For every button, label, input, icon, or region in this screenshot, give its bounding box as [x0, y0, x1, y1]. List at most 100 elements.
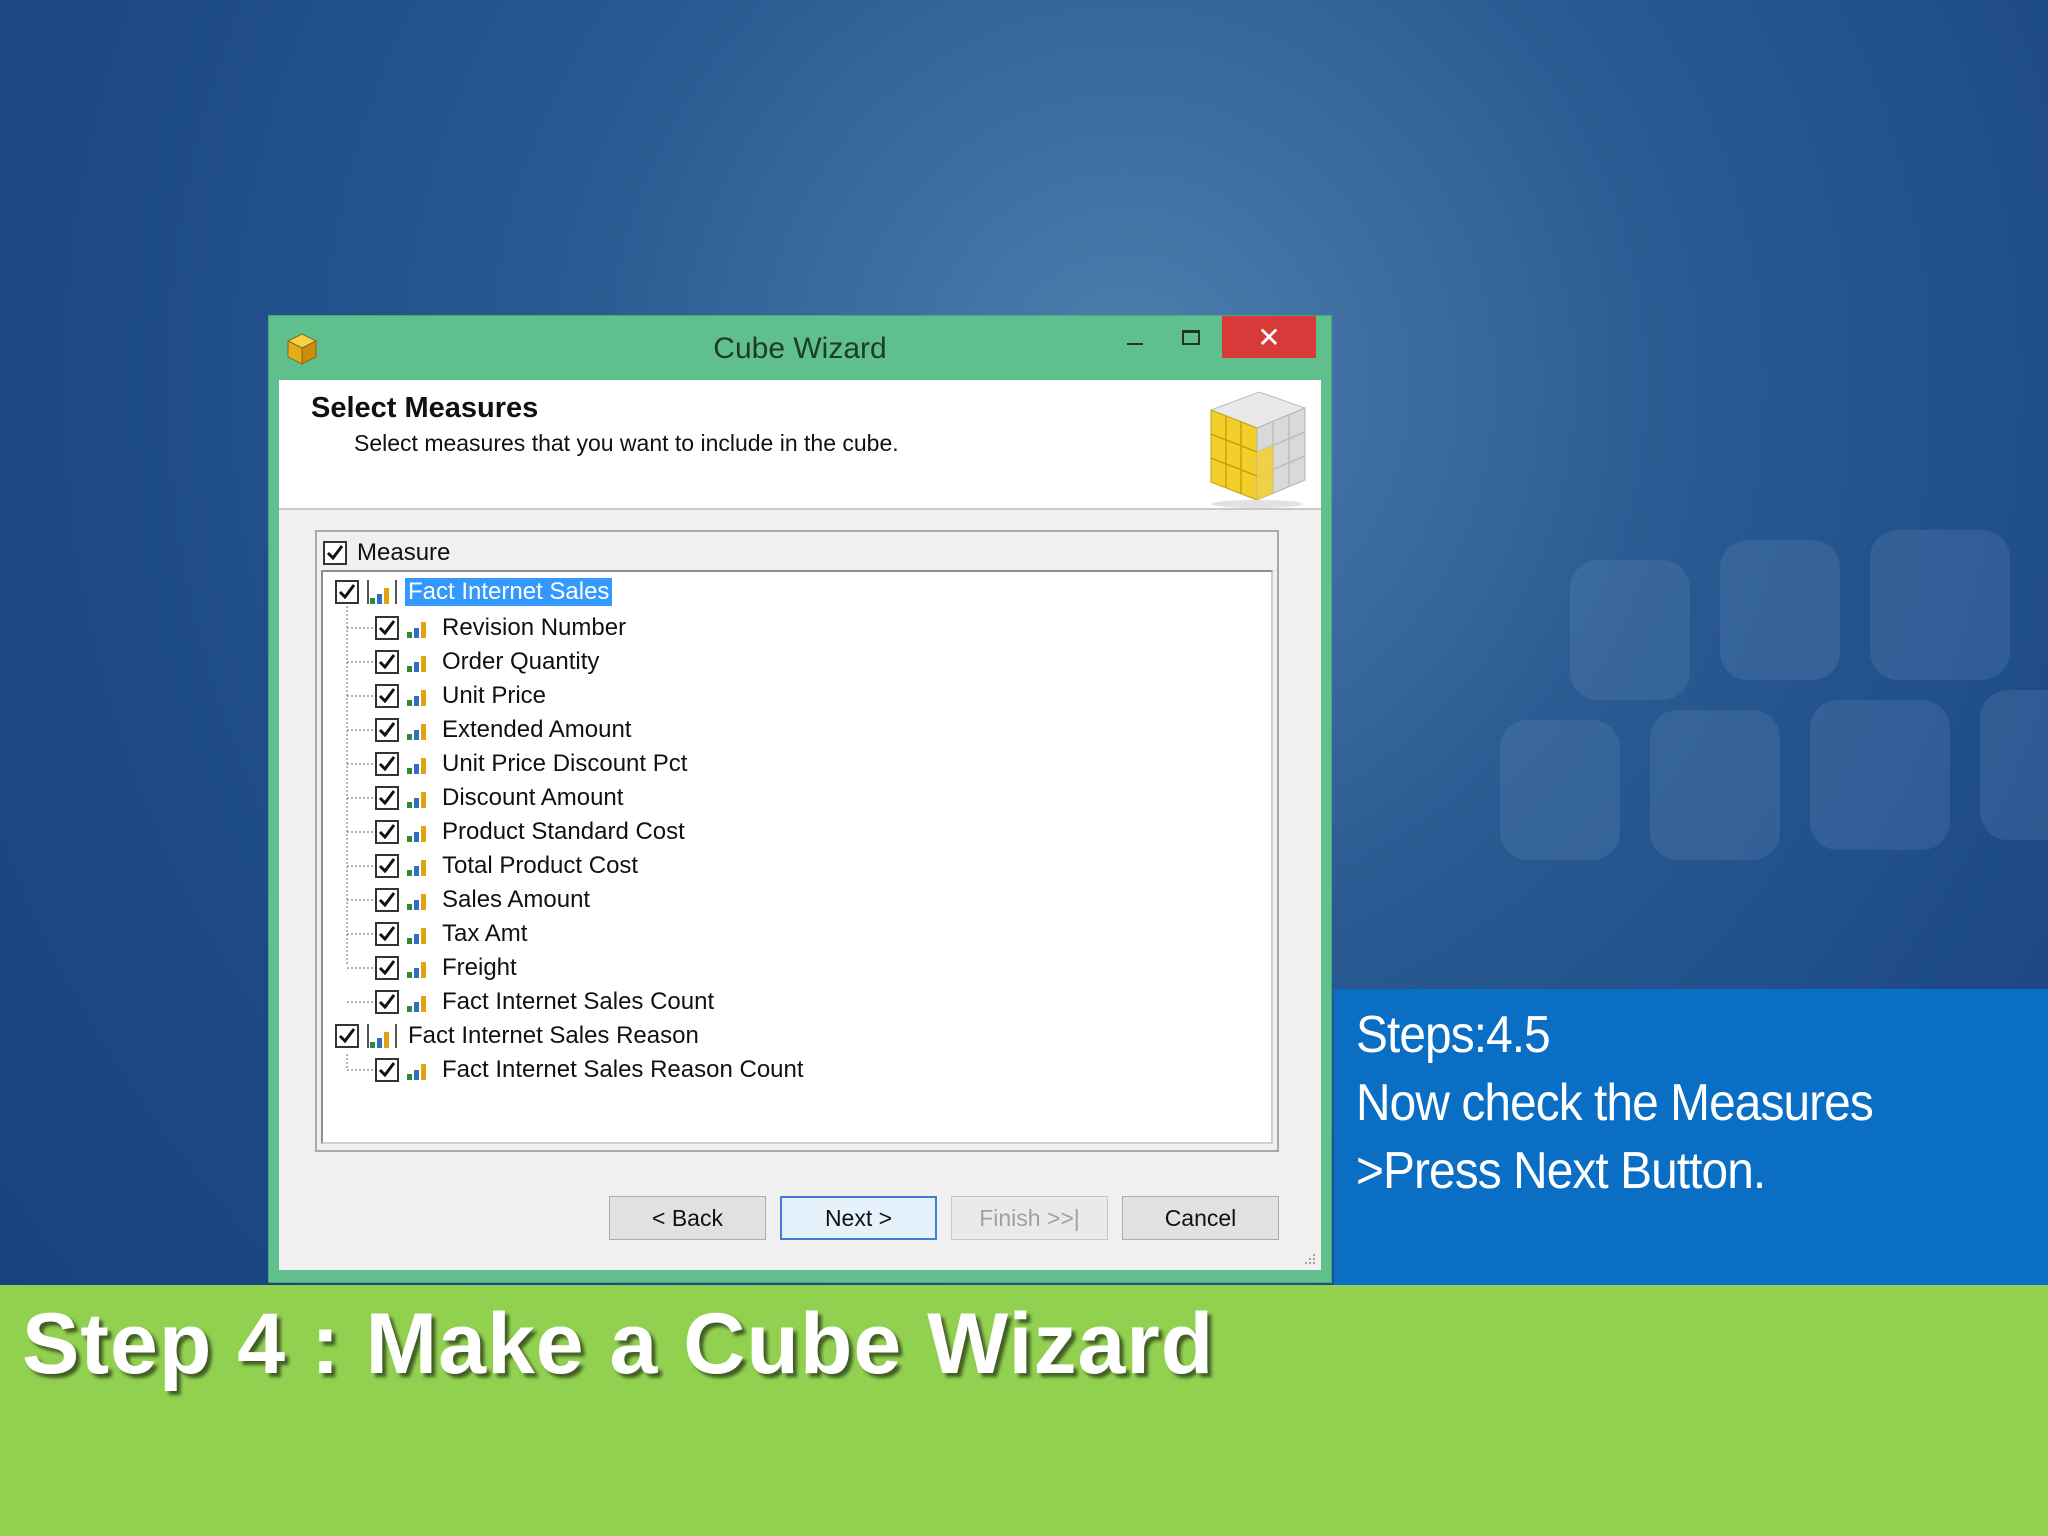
tree-item[interactable]: Order Quantity [375, 645, 602, 679]
item-label: Discount Amount [442, 784, 624, 811]
item-checkbox[interactable] [375, 616, 399, 640]
measure-icon [407, 856, 431, 876]
item-checkbox[interactable] [375, 718, 399, 742]
page-subtitle: Select measures that you want to include… [354, 430, 899, 456]
cube-wizard-window: Cube Wizard ✕ Select Measures Select mea… [268, 315, 1332, 1283]
title-bar[interactable]: Cube Wizard ✕ [269, 316, 1331, 380]
tree-item[interactable]: Freight [375, 951, 520, 985]
measure-group-icon [367, 580, 397, 604]
resize-grip-icon[interactable] [1301, 1250, 1317, 1266]
maximize-button[interactable] [1163, 316, 1219, 358]
measure-icon [407, 958, 431, 978]
close-button[interactable]: ✕ [1222, 316, 1316, 358]
page-title: Select Measures [311, 392, 539, 424]
wizard-header: Select Measures Select measures that you… [279, 380, 1321, 510]
tree-item[interactable]: Sales Amount [375, 883, 593, 917]
item-checkbox[interactable] [375, 650, 399, 674]
checkmark-icon [326, 545, 344, 561]
tree-item[interactable]: Discount Amount [375, 781, 626, 815]
measure-icon [407, 788, 431, 808]
measure-icon [407, 720, 431, 740]
item-checkbox[interactable] [375, 854, 399, 878]
tree-item[interactable]: Total Product Cost [375, 849, 641, 883]
back-button[interactable]: < Back [609, 1196, 766, 1240]
tree-group-fact-internet-sales-reason[interactable]: Fact Internet Sales Reason [335, 1019, 702, 1053]
checkmark-icon [378, 994, 396, 1010]
measure-icon [407, 652, 431, 672]
measure-column-header[interactable]: Measure [323, 536, 450, 570]
cancel-button[interactable]: Cancel [1122, 1196, 1279, 1240]
instruction-line: >Press Next Button. [1356, 1142, 1766, 1200]
measure-icon [407, 822, 431, 842]
checkmark-icon [378, 926, 396, 942]
item-label: Extended Amount [442, 716, 632, 743]
checkmark-icon [378, 892, 396, 908]
item-label: Fact Internet Sales Reason Count [442, 1056, 804, 1083]
item-checkbox[interactable] [375, 684, 399, 708]
select-all-checkbox[interactable] [323, 541, 347, 565]
instruction-box: Steps:4.5 Now check the Measures >Press … [1334, 989, 2048, 1285]
group-label: Fact Internet Sales [405, 578, 613, 606]
item-checkbox[interactable] [375, 820, 399, 844]
item-checkbox[interactable] [375, 786, 399, 810]
slide-title-bar: Step 4 : Make a Cube Wizard [0, 1285, 2048, 1536]
minimize-icon [1127, 343, 1143, 345]
item-label: Unit Price [442, 682, 547, 709]
instruction-line: Now check the Measures [1356, 1074, 1874, 1132]
measure-icon [407, 686, 431, 706]
tree-item[interactable]: Unit Price [375, 679, 549, 713]
checkmark-icon [378, 858, 396, 874]
tree-item[interactable]: Fact Internet Sales Count [375, 985, 717, 1019]
tree-item[interactable]: Product Standard Cost [375, 815, 688, 849]
item-label: Fact Internet Sales Count [442, 988, 715, 1015]
minimize-button[interactable] [1107, 316, 1163, 358]
group-checkbox[interactable] [335, 1024, 359, 1048]
tree-item[interactable]: Fact Internet Sales Reason Count [375, 1053, 807, 1087]
measures-panel: Measure Fact Internet Sales Revision Num… [315, 530, 1279, 1152]
item-checkbox[interactable] [375, 1058, 399, 1082]
measures-tree[interactable]: Fact Internet Sales Revision Number Orde… [321, 570, 1273, 1144]
item-label: Unit Price Discount Pct [442, 750, 688, 777]
checkmark-icon [378, 824, 396, 840]
measure-icon [407, 618, 431, 638]
tree-item[interactable]: Extended Amount [375, 713, 634, 747]
tree-item[interactable]: Unit Price Discount Pct [375, 747, 690, 781]
item-label: Product Standard Cost [442, 818, 685, 845]
measure-icon [407, 924, 431, 944]
item-checkbox[interactable] [375, 956, 399, 980]
checkmark-icon [378, 790, 396, 806]
measure-icon [407, 1060, 431, 1080]
checkmark-icon [378, 722, 396, 738]
tree-item[interactable]: Tax Amt [375, 917, 530, 951]
finish-button[interactable]: Finish >>| [951, 1196, 1108, 1240]
tree-group-fact-internet-sales[interactable]: Fact Internet Sales [335, 575, 613, 609]
close-icon: ✕ [1257, 321, 1281, 353]
cube-graphic-icon [1209, 391, 1307, 508]
background-keyboard-decoration [1340, 520, 2048, 980]
tree-item[interactable]: Revision Number [375, 611, 629, 645]
item-checkbox[interactable] [375, 752, 399, 776]
checkmark-icon [338, 1028, 356, 1044]
item-checkbox[interactable] [375, 990, 399, 1014]
checkmark-icon [378, 688, 396, 704]
item-label: Sales Amount [442, 886, 591, 913]
checkmark-icon [378, 756, 396, 772]
item-checkbox[interactable] [375, 888, 399, 912]
item-label: Freight [442, 954, 517, 981]
measure-icon [407, 890, 431, 910]
checkmark-icon [338, 584, 356, 600]
measure-icon [407, 992, 431, 1012]
next-button[interactable]: Next > [780, 1196, 937, 1240]
item-label: Total Product Cost [442, 852, 639, 879]
checkmark-icon [378, 620, 396, 636]
group-checkbox[interactable] [335, 580, 359, 604]
maximize-icon [1182, 329, 1200, 345]
slide-title: Step 4 : Make a Cube Wizard [22, 1296, 1215, 1392]
wizard-client-area: Select Measures Select measures that you… [279, 380, 1321, 1270]
measure-icon [407, 754, 431, 774]
item-label: Revision Number [442, 614, 627, 641]
measure-group-icon [367, 1024, 397, 1048]
item-label: Tax Amt [442, 920, 528, 947]
item-checkbox[interactable] [375, 922, 399, 946]
item-label: Order Quantity [442, 648, 600, 675]
